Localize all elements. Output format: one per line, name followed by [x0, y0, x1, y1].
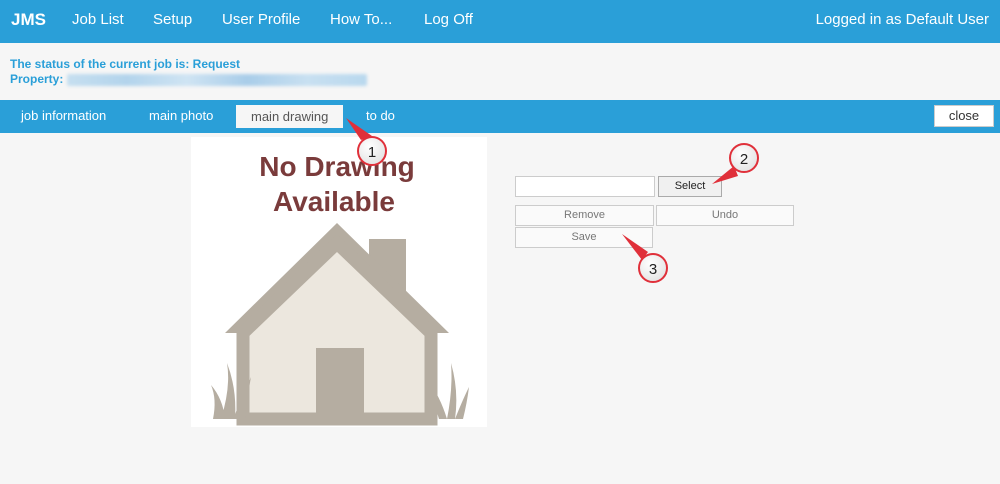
property-value-redacted — [67, 73, 368, 86]
tab-job-information[interactable]: job information — [21, 108, 106, 123]
save-button[interactable]: Save — [515, 227, 653, 248]
tab-main-drawing[interactable]: main drawing — [236, 105, 344, 128]
callout-2-label: 2 — [740, 151, 748, 168]
undo-button[interactable]: Undo — [656, 205, 794, 226]
login-status: Logged in as Default User — [815, 11, 989, 28]
nav-setup[interactable]: Setup — [153, 11, 192, 28]
top-navbar: JMS Job List Setup User Profile How To..… — [0, 0, 1000, 43]
property-label: Property: — [10, 72, 64, 86]
job-status-text: The status of the current job is: Reques… — [10, 57, 241, 71]
nav-log-off[interactable]: Log Off — [424, 11, 473, 28]
no-drawing-placeholder: No Drawing Available — [211, 151, 469, 426]
nav-job-list[interactable]: Job List — [72, 11, 124, 28]
house-icon — [211, 223, 469, 426]
remove-button[interactable]: Remove — [515, 205, 654, 226]
tab-main-photo[interactable]: main photo — [149, 108, 213, 123]
tab-to-do[interactable]: to do — [366, 108, 395, 123]
select-button[interactable]: Select — [658, 176, 722, 197]
tab-bar: job information main photo main drawing … — [0, 100, 1000, 133]
close-button[interactable]: close — [934, 105, 994, 127]
nav-how-to[interactable]: How To... — [330, 11, 392, 28]
placeholder-line2: Available — [273, 186, 395, 217]
job-status-panel: The status of the current job is: Reques… — [10, 57, 368, 87]
callout-3-label: 3 — [649, 261, 657, 278]
nav-user-profile[interactable]: User Profile — [222, 11, 300, 28]
main-drawing-image: No Drawing Available — [191, 137, 487, 427]
file-path-input[interactable] — [515, 176, 655, 197]
property-row: Property: — [10, 72, 368, 87]
app-brand[interactable]: JMS — [11, 10, 46, 30]
placeholder-line1: No Drawing — [259, 151, 415, 182]
